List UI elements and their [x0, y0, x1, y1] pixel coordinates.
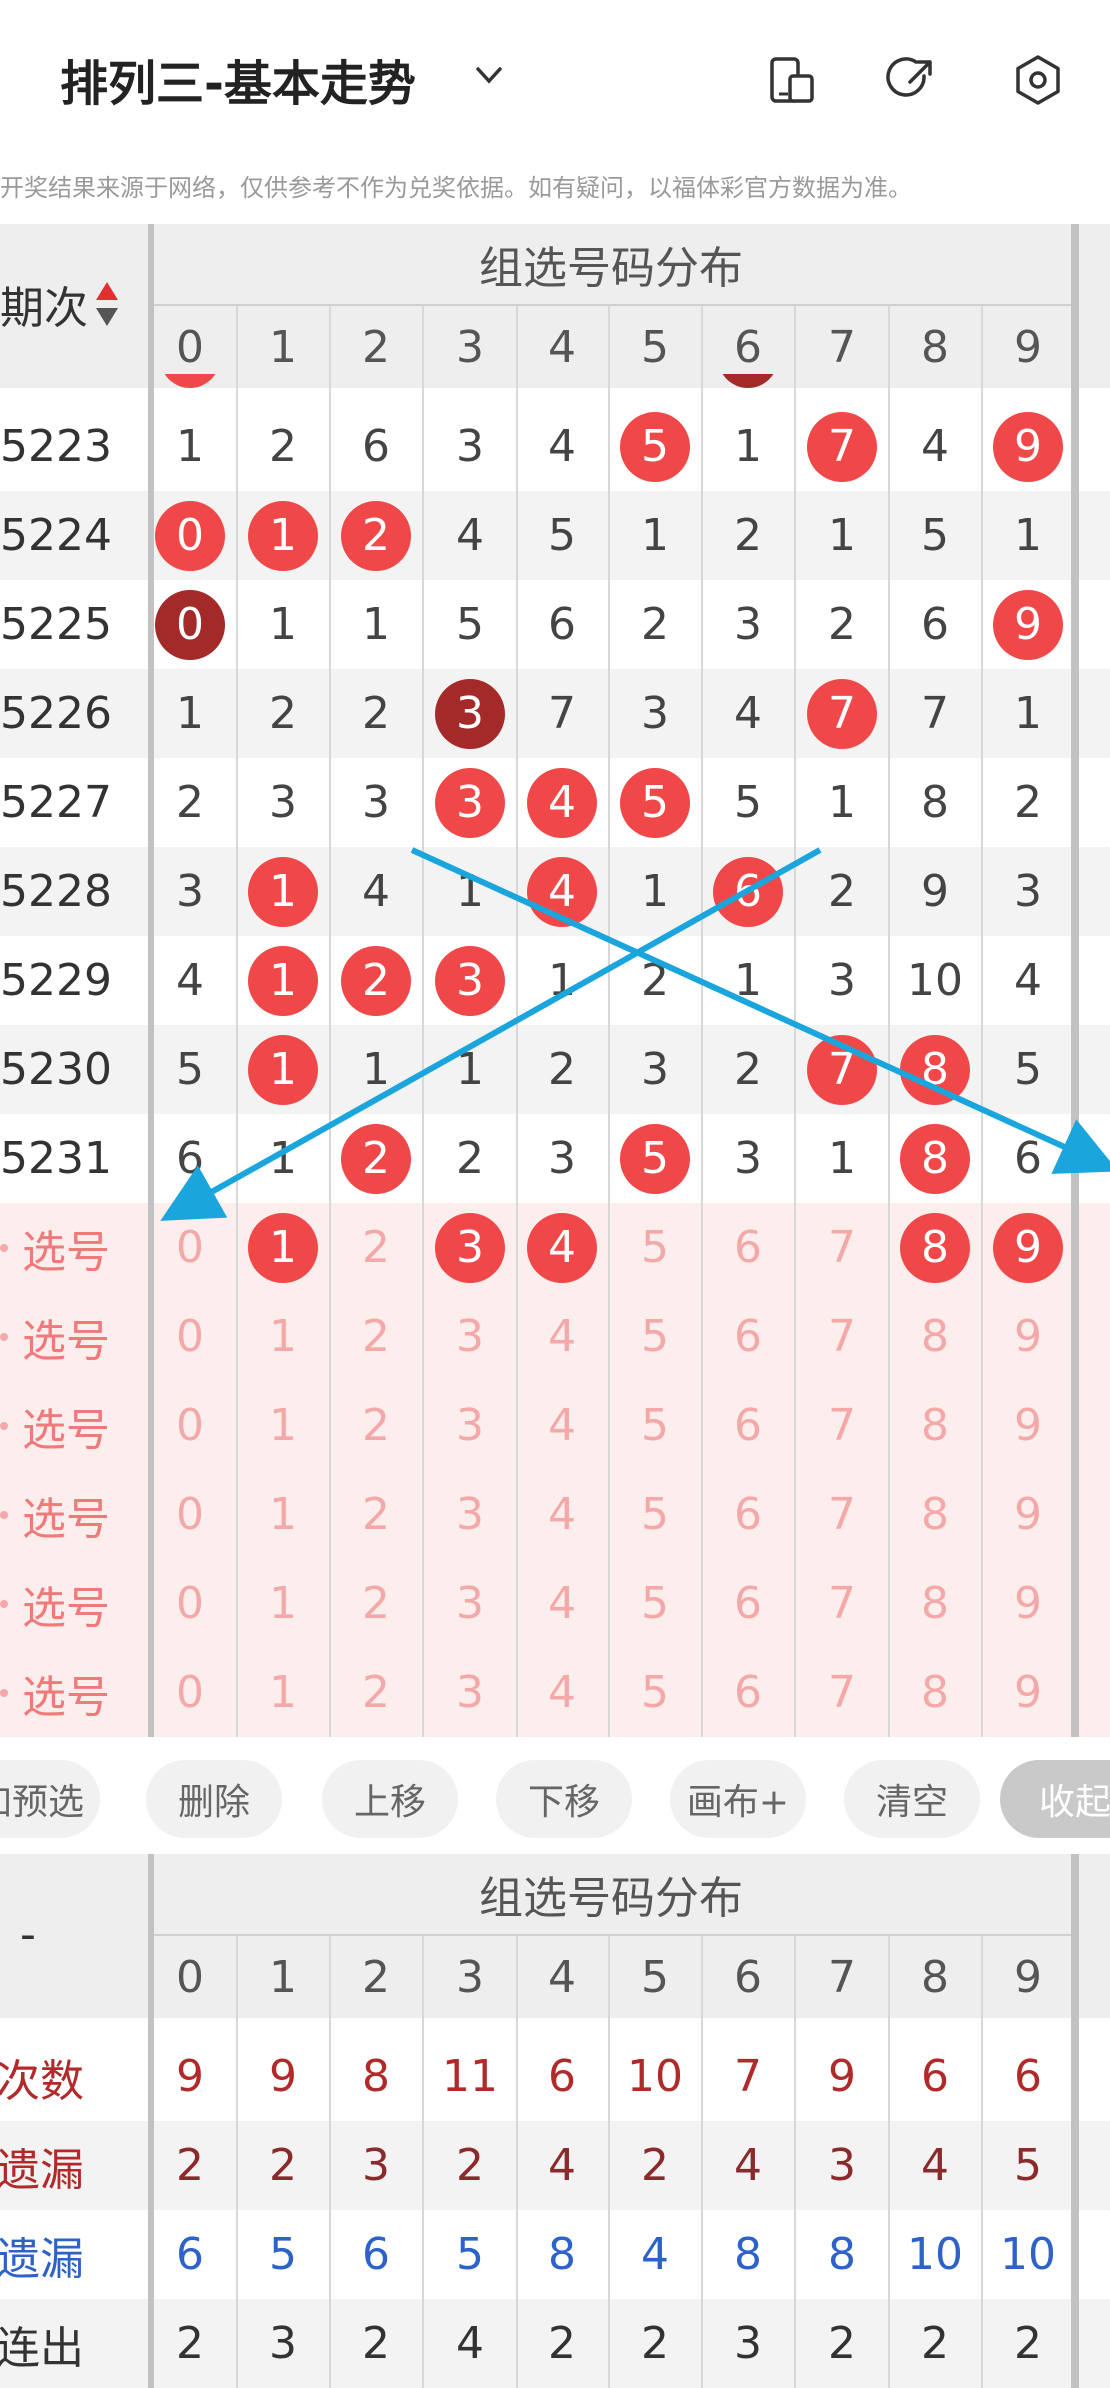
arrow-line-down-left — [160, 847, 822, 1221]
annotation-arrows — [160, 847, 1110, 1221]
arrow-line-down-right — [410, 847, 1110, 1174]
